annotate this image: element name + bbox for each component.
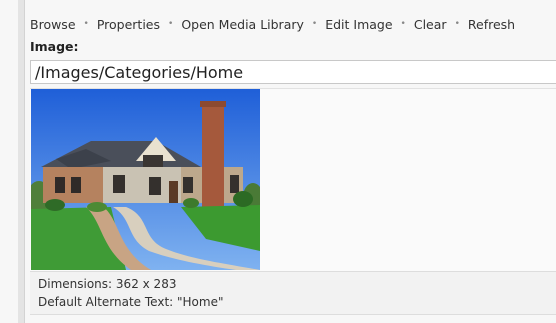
open-media-library-button[interactable]: Open Media Library — [181, 17, 304, 32]
alt-text-value: "Home" — [177, 295, 224, 309]
image-info-panel: Dimensions: 362 x 283 Default Alternate … — [30, 271, 556, 315]
separator-dot: • — [168, 19, 174, 29]
left-border — [18, 0, 25, 323]
dimensions-label: Dimensions: — [38, 277, 113, 291]
refresh-button[interactable]: Refresh — [468, 17, 515, 32]
image-field-label: Image: — [30, 39, 79, 54]
separator-dot: • — [454, 19, 460, 29]
image-toolbar: Browse • Properties • Open Media Library… — [30, 13, 515, 35]
dimensions-value: 362 x 283 — [115, 277, 177, 291]
separator-dot: • — [83, 19, 89, 29]
dimensions-line: Dimensions: 362 x 283 — [38, 277, 176, 291]
edit-image-button[interactable]: Edit Image — [325, 17, 392, 32]
clear-button[interactable]: Clear — [414, 17, 447, 32]
alt-text-label: Default Alternate Text: — [38, 295, 174, 309]
browse-button[interactable]: Browse — [30, 17, 76, 32]
properties-button[interactable]: Properties — [97, 17, 160, 32]
alt-text-line: Default Alternate Text: "Home" — [38, 295, 224, 309]
image-field-editor: Browse • Properties • Open Media Library… — [0, 0, 556, 323]
image-path-input[interactable] — [30, 60, 556, 84]
separator-dot: • — [400, 19, 406, 29]
house-thumbnail-image[interactable] — [31, 89, 260, 270]
separator-dot: • — [311, 19, 318, 29]
